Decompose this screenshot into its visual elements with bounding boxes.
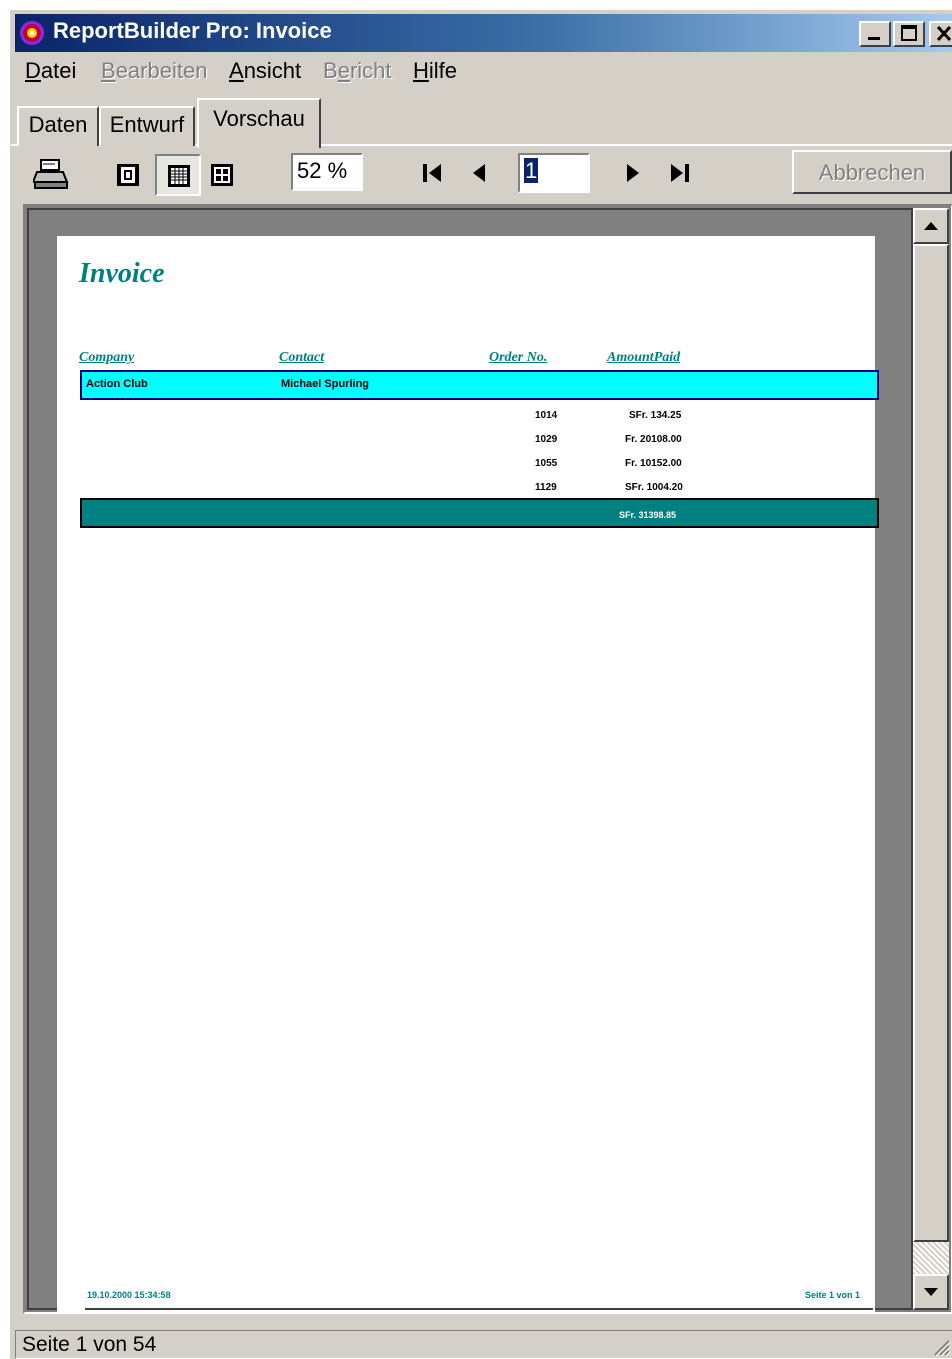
menu-bearbeiten[interactable]: Bearbeiten bbox=[101, 58, 207, 84]
arrow-up-icon bbox=[924, 222, 938, 230]
group-header-band: Action Club Michael Spurling bbox=[80, 370, 879, 400]
scroll-up-button[interactable] bbox=[913, 208, 949, 244]
print-icon[interactable] bbox=[33, 158, 69, 190]
menu-bericht[interactable]: Bericht bbox=[323, 58, 392, 84]
preview-viewport[interactable]: Invoice Company Contact Order No. Amount… bbox=[27, 208, 913, 1312]
detail-amount: SFr. 134.25 bbox=[629, 410, 682, 421]
page-width-icon bbox=[168, 165, 190, 187]
next-page-icon[interactable] bbox=[623, 162, 643, 184]
print-date: 19.10.2000 15:34:58 bbox=[87, 1290, 171, 1300]
app-gear-icon bbox=[20, 21, 44, 45]
hundred-percent-icon[interactable] bbox=[209, 162, 235, 188]
first-page-icon[interactable] bbox=[421, 162, 445, 184]
arrow-down-icon bbox=[924, 1288, 938, 1296]
scroll-track[interactable] bbox=[913, 1242, 949, 1274]
app-window: ReportBuilder Pro: Invoice Datei Bearbei… bbox=[10, 10, 952, 1359]
detail-amount: SFr. 1004.20 bbox=[625, 482, 683, 493]
detail-order: 1014 bbox=[535, 410, 558, 421]
maximize-button[interactable] bbox=[893, 21, 925, 47]
close-button[interactable] bbox=[929, 21, 952, 47]
group-company: Action Club bbox=[86, 378, 148, 390]
group-contact: Michael Spurling bbox=[281, 378, 370, 390]
group-footer-band: SFr. 31398.85 bbox=[80, 498, 879, 528]
detail-order: 1055 bbox=[535, 458, 558, 469]
menu-ansicht[interactable]: Ansicht bbox=[229, 58, 301, 84]
cancel-button[interactable]: Abbrechen bbox=[792, 150, 952, 194]
tab-entwurf[interactable]: Entwurf bbox=[99, 106, 195, 146]
last-page-icon[interactable] bbox=[667, 162, 691, 184]
detail-order: 1129 bbox=[535, 482, 557, 493]
detail-amount: Fr. 20108.00 bbox=[625, 434, 682, 445]
tab-strip: Daten Entwurf Vorschau bbox=[11, 96, 952, 148]
menu-hilfe[interactable]: Hilfe bbox=[413, 58, 457, 84]
prior-page-icon[interactable] bbox=[469, 162, 489, 184]
preview-area: Invoice Company Contact Order No. Amount… bbox=[23, 204, 952, 1314]
report-page: Invoice Company Contact Order No. Amount… bbox=[57, 236, 879, 1312]
scroll-down-button[interactable] bbox=[913, 1274, 949, 1310]
vertical-scrollbar[interactable] bbox=[913, 208, 949, 1310]
page-count-label: Seite 1 von 1 bbox=[805, 1290, 861, 1300]
column-header-company: Company bbox=[79, 350, 135, 365]
column-header-contact: Contact bbox=[279, 350, 325, 365]
maximize-icon bbox=[901, 25, 917, 41]
column-header-order-no: Order No. bbox=[489, 350, 548, 365]
title-bar[interactable]: ReportBuilder Pro: Invoice bbox=[15, 14, 952, 52]
group-total: SFr. 31398.85 bbox=[619, 510, 677, 520]
whole-page-icon[interactable] bbox=[115, 162, 141, 188]
minimize-button[interactable] bbox=[859, 21, 891, 47]
column-header-amount-paid: AmountPaid bbox=[607, 350, 681, 365]
close-icon bbox=[936, 25, 952, 42]
page-width-button[interactable] bbox=[155, 154, 201, 196]
tab-daten[interactable]: Daten bbox=[17, 106, 99, 146]
size-grip-icon[interactable] bbox=[929, 1335, 951, 1357]
zoom-field[interactable]: 52 % bbox=[291, 153, 363, 191]
menu-datei[interactable]: Datei bbox=[25, 58, 76, 84]
status-panel: Seite 1 von 54 bbox=[15, 1330, 952, 1359]
menu-bar: Datei Bearbeiten Ansicht Bericht Hilfe bbox=[15, 54, 952, 90]
scroll-thumb[interactable] bbox=[913, 244, 949, 1242]
minimize-icon bbox=[868, 37, 880, 40]
report-title: Invoice bbox=[79, 258, 165, 289]
detail-order: 1029 bbox=[535, 434, 558, 445]
status-bar: Seite 1 von 54 bbox=[11, 1328, 952, 1359]
preview-toolbar: 52 % 1 Abbrechen bbox=[11, 148, 952, 200]
footer-rule bbox=[85, 1308, 873, 1310]
tab-vorschau[interactable]: Vorschau bbox=[197, 98, 321, 148]
detail-amount: Fr. 10152.00 bbox=[625, 458, 682, 469]
status-text: Seite 1 von 54 bbox=[22, 1333, 157, 1356]
page-number-value: 1 bbox=[524, 158, 539, 183]
window-title: ReportBuilder Pro: Invoice bbox=[53, 18, 332, 43]
page-number-field[interactable]: 1 bbox=[518, 153, 590, 193]
